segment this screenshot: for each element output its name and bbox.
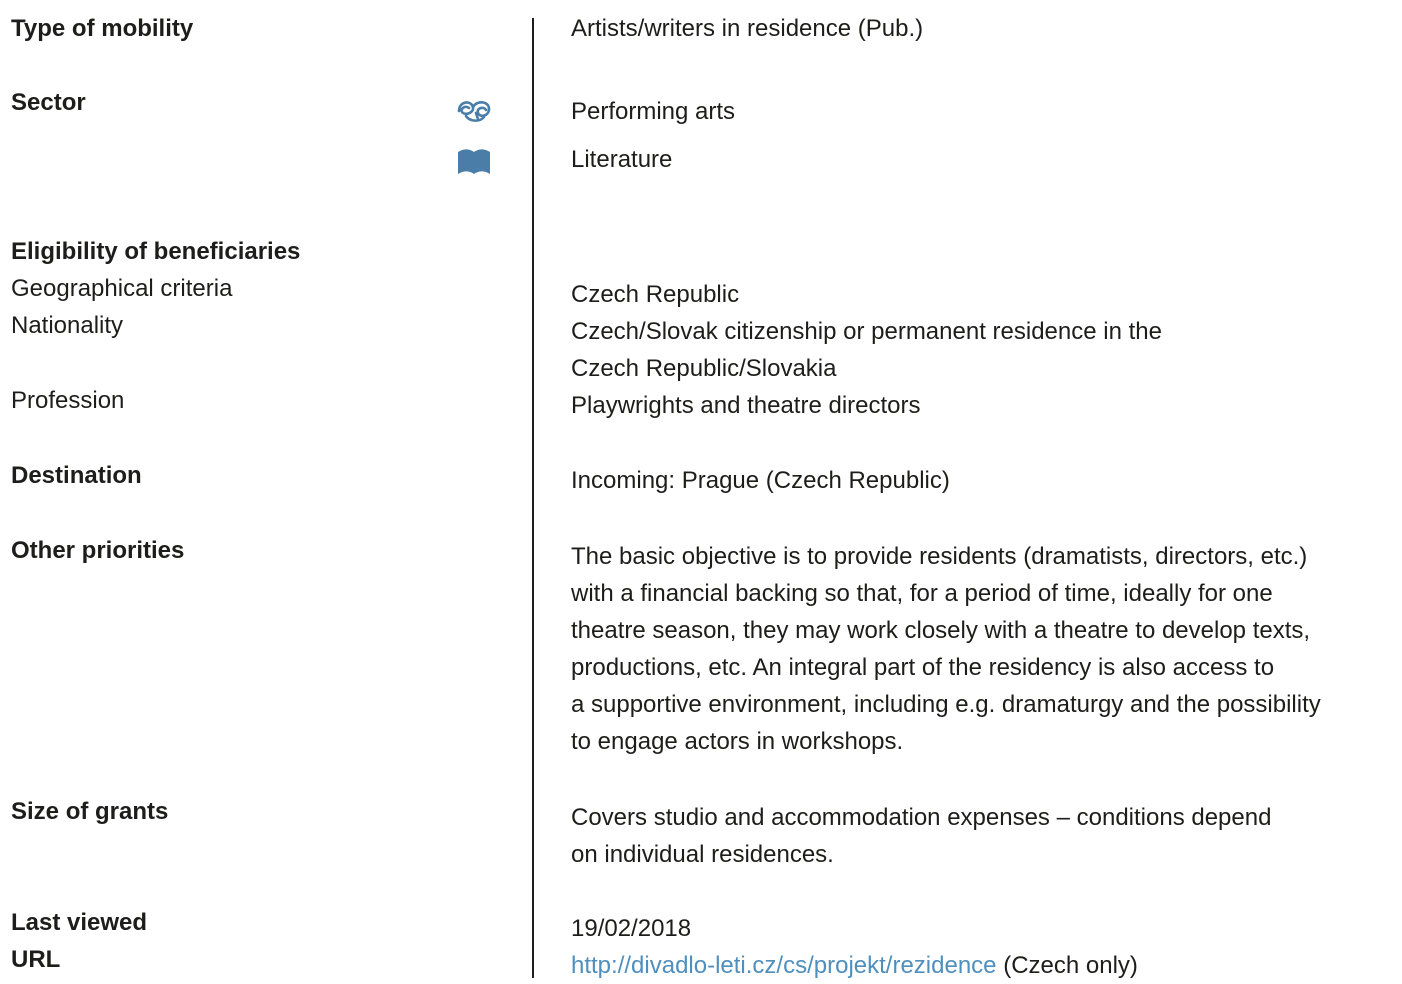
book-icon: [456, 148, 492, 176]
label-type-of-mobility: Type of mobility: [11, 15, 194, 42]
value-profession: Playwrights and theatre directors: [571, 392, 921, 419]
label-size-of-grants: Size of grants: [11, 798, 169, 825]
performing-arts-icon: [456, 96, 492, 124]
label-profession: Profession: [11, 387, 125, 414]
value-type-of-mobility: Artists/writers in residence (Pub.): [571, 15, 924, 42]
label-other-priorities: Other priorities: [11, 537, 185, 564]
value-nationality-line-2: Czech Republic/Slovakia: [571, 355, 837, 382]
label-destination: Destination: [11, 462, 142, 489]
value-other-priorities-line-4: productions, etc. An integral part of th…: [571, 654, 1275, 681]
value-geographical-criteria: Czech Republic: [571, 281, 740, 308]
value-other-priorities-line-2: with a financial backing so that, for a …: [571, 580, 1273, 607]
label-url: URL: [11, 946, 61, 973]
label-nationality: Nationality: [11, 312, 124, 339]
value-destination: Incoming: Prague (Czech Republic): [571, 467, 950, 494]
value-nationality-line-1: Czech/Slovak citizenship or permanent re…: [571, 318, 1162, 345]
label-last-viewed: Last viewed: [11, 909, 148, 936]
value-other-priorities-line-5: a supportive environment, including e.g.…: [571, 691, 1321, 718]
url-link[interactable]: http://divadlo-leti.cz/cs/projekt/rezide…: [571, 952, 997, 979]
value-other-priorities-line-6: to engage actors in workshops.: [571, 728, 904, 755]
value-url: http://divadlo-leti.cz/cs/projekt/rezide…: [571, 947, 1138, 984]
value-sector-literature: Literature: [571, 146, 673, 173]
label-sector: Sector: [11, 89, 86, 116]
value-size-of-grants-line-2: on individual residences.: [571, 841, 834, 868]
value-other-priorities-line-3: theatre season, they may work closely wi…: [571, 617, 1311, 644]
url-note: (Czech only): [996, 952, 1138, 979]
value-size-of-grants-line-1: Covers studio and accommodation expenses…: [571, 804, 1272, 831]
label-geographical-criteria: Geographical criteria: [11, 275, 233, 302]
value-last-viewed: 19/02/2018: [571, 915, 692, 942]
value-sector-performing-arts: Performing arts: [571, 98, 736, 125]
value-other-priorities-line-1: The basic objective is to provide reside…: [571, 543, 1308, 570]
label-eligibility: Eligibility of beneficiaries: [11, 238, 301, 265]
column-divider: [532, 18, 534, 978]
